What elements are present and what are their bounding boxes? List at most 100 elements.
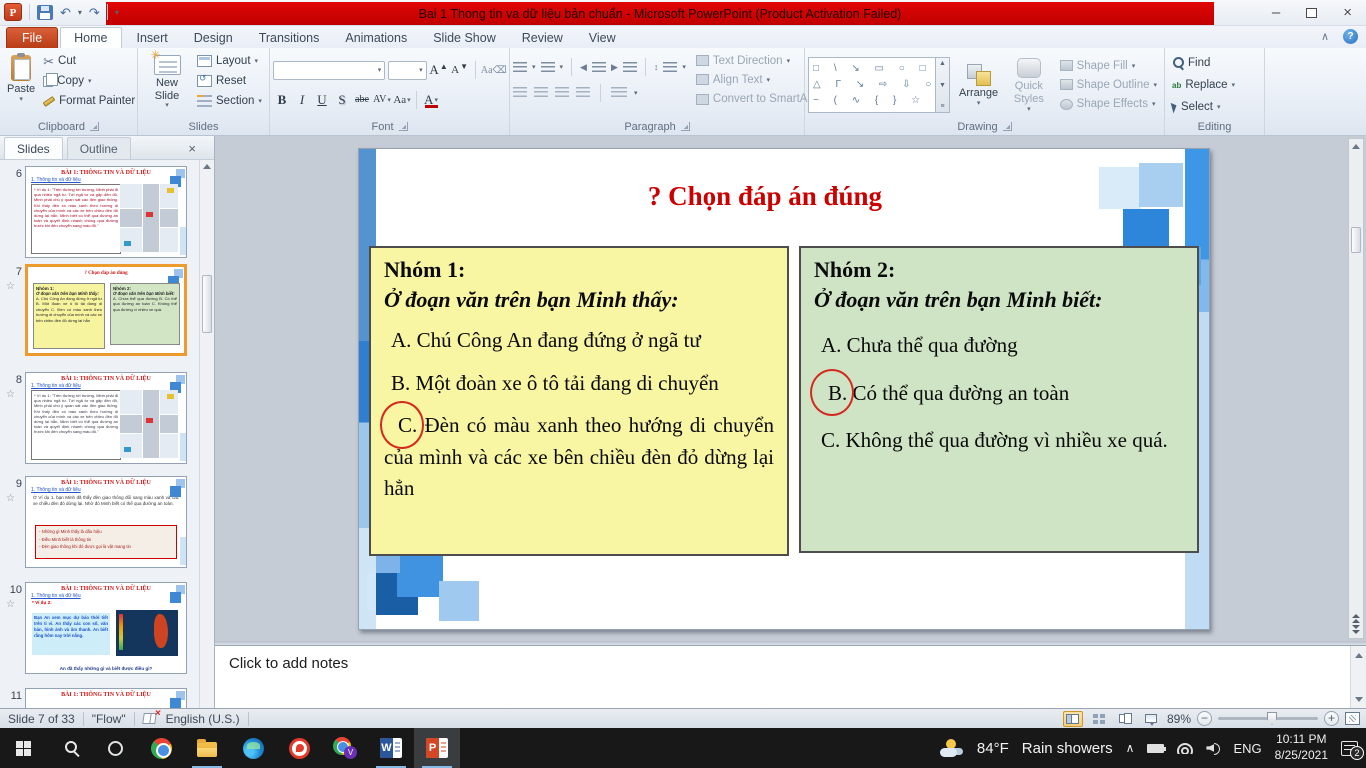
language-indicator[interactable]: English (U.S.) — [166, 712, 240, 726]
collapse-ribbon-icon[interactable]: ∧ — [1321, 30, 1329, 43]
edge-taskbar-button[interactable] — [230, 728, 276, 768]
zoom-out-button[interactable]: − — [1197, 711, 1212, 726]
font-dialog-launcher-icon[interactable] — [399, 122, 408, 131]
wifi-icon[interactable] — [1177, 743, 1193, 754]
bold-button[interactable]: B — [273, 90, 291, 110]
decrease-indent-icon[interactable]: ◀ — [580, 63, 587, 72]
scrollbar-thumb[interactable] — [1351, 227, 1361, 253]
tab-file[interactable]: File — [6, 27, 58, 48]
zoom-slider-thumb[interactable] — [1267, 712, 1277, 725]
slide-thumbnail-7-selected[interactable]: 7 ☆ ? Chọn đáp án đúng Nhóm 1: Ở đoạn vă… — [0, 264, 196, 360]
slide-thumbnail-10[interactable]: 10 ☆ BÀI 1: THÔNG TIN VÀ DỮ LIỆU 1. Thôn… — [0, 582, 196, 674]
normal-view-button[interactable] — [1063, 711, 1083, 727]
panel-close-icon[interactable]: × — [188, 141, 196, 156]
bullets-icon[interactable] — [513, 62, 527, 73]
tab-view[interactable]: View — [576, 27, 629, 48]
paragraph-dialog-launcher-icon[interactable] — [681, 122, 690, 131]
tab-review[interactable]: Review — [509, 27, 576, 48]
chrome-taskbar-button[interactable] — [138, 728, 184, 768]
text-shadow-button[interactable]: S — [333, 90, 351, 110]
drawing-dialog-launcher-icon[interactable] — [1003, 122, 1012, 131]
section-button[interactable]: Section▾ — [193, 91, 266, 111]
numbering-icon[interactable] — [541, 62, 555, 73]
columns-icon[interactable] — [611, 87, 627, 98]
shape-outline-button[interactable]: Shape Outline▾ — [1056, 75, 1161, 94]
spellcheck-icon[interactable] — [142, 713, 157, 724]
align-right-icon[interactable] — [555, 87, 569, 98]
input-language[interactable]: ENG — [1233, 741, 1261, 756]
copy-button[interactable]: Copy▾ — [39, 71, 139, 91]
tab-insert[interactable]: Insert — [124, 27, 181, 48]
action-center-icon[interactable]: 2 — [1341, 741, 1358, 756]
tab-transitions[interactable]: Transitions — [246, 27, 333, 48]
word-taskbar-button[interactable] — [368, 728, 414, 768]
font-name-combobox[interactable]: ▾ — [273, 61, 385, 80]
cut-button[interactable]: ✂Cut — [39, 51, 139, 71]
clock[interactable]: 10:11 PM 8/25/2021 — [1275, 732, 1328, 763]
select-button[interactable]: Select▾ — [1168, 97, 1261, 117]
scroll-up-icon[interactable] — [203, 164, 211, 169]
weather-icon[interactable] — [940, 739, 964, 757]
tab-animations[interactable]: Animations — [332, 27, 420, 48]
reading-view-button[interactable] — [1115, 711, 1135, 727]
reset-button[interactable]: Reset — [193, 71, 266, 91]
zoom-slider[interactable] — [1218, 717, 1318, 720]
shapes-row-3[interactable]: ~ ( ∿ { } ☆ — [813, 96, 931, 106]
slide-title[interactable]: ? Chọn đáp án đúng — [359, 181, 1171, 212]
tab-design[interactable]: Design — [181, 27, 246, 48]
chrome-profile-taskbar-button[interactable]: V — [322, 728, 368, 768]
file-explorer-taskbar-button[interactable] — [184, 728, 230, 768]
speaker-icon[interactable] — [1206, 742, 1220, 754]
slide-thumbnail-9[interactable]: 9 ☆ BÀI 1: THÔNG TIN VÀ DỮ LIỆU 1. Thông… — [0, 476, 196, 568]
shape-effects-button[interactable]: Shape Effects▾ — [1056, 95, 1161, 114]
customize-qat-icon[interactable]: ▾ — [115, 8, 119, 17]
justify-icon[interactable] — [576, 87, 590, 98]
notes-scrollbar[interactable] — [1350, 646, 1366, 709]
battery-icon[interactable] — [1147, 744, 1164, 753]
character-spacing-button[interactable]: AV▾ — [373, 90, 391, 110]
scroll-up-icon[interactable] — [1355, 653, 1363, 658]
hidden-icons-chevron[interactable]: ∧ — [1126, 741, 1135, 755]
quick-styles-button[interactable]: Quick Styles▾ — [1007, 54, 1050, 115]
help-icon[interactable]: ? — [1343, 29, 1358, 44]
find-button[interactable]: Find — [1168, 53, 1261, 73]
arrange-button[interactable]: Arrange▾ — [955, 60, 1002, 110]
scroll-down-icon[interactable] — [1355, 697, 1363, 702]
slide-sorter-view-button[interactable] — [1089, 711, 1109, 727]
font-size-combobox[interactable]: ▾ — [388, 61, 426, 80]
zoom-in-button[interactable]: + — [1324, 711, 1339, 726]
layout-button[interactable]: Layout▾ — [193, 51, 266, 71]
weather-description[interactable]: Rain showers — [1022, 740, 1113, 757]
save-icon[interactable] — [37, 5, 53, 20]
next-slide-button[interactable] — [1349, 625, 1363, 634]
font-color-button[interactable]: A▾ — [422, 90, 440, 110]
italic-button[interactable]: I — [293, 90, 311, 110]
change-case-button[interactable]: Aa▾ — [393, 90, 411, 110]
powerpoint-taskbar-button[interactable] — [414, 728, 460, 768]
undo-dropdown-icon[interactable]: ▾ — [78, 8, 82, 17]
undo-icon[interactable]: ↶ — [60, 6, 71, 19]
format-painter-button[interactable]: Format Painter — [39, 91, 139, 111]
line-spacing-icon[interactable]: ↕ — [654, 63, 659, 72]
restore-icon[interactable] — [1306, 8, 1317, 18]
slide-thumbnail-8[interactable]: 8 ☆ BÀI 1: THÔNG TIN VÀ DỮ LIỆU 1. Thông… — [0, 372, 196, 464]
align-center-icon[interactable] — [534, 87, 548, 98]
slide-thumbnail-11[interactable]: 11 BÀI 1: THÔNG TIN VÀ DỮ LIỆU — [0, 688, 196, 708]
increase-indent-icon[interactable]: ▶ — [611, 63, 618, 72]
slide-thumbnail-6[interactable]: 6 BÀI 1: THÔNG TIN VÀ DỮ LIỆU 1. Thông t… — [0, 166, 196, 258]
new-slide-button[interactable]: New Slide ▾ — [141, 51, 193, 112]
slide-counter[interactable]: Slide 7 of 33 — [8, 712, 75, 726]
tab-slide-show[interactable]: Slide Show — [420, 27, 509, 48]
cortana-button[interactable] — [92, 728, 138, 768]
tab-home[interactable]: Home — [60, 27, 121, 48]
scrollbar-thumb[interactable] — [202, 275, 212, 333]
previous-slide-button[interactable] — [1349, 614, 1363, 623]
strikethrough-button[interactable]: abe — [353, 90, 371, 110]
slideshow-view-button[interactable] — [1141, 711, 1161, 727]
group2-textbox[interactable]: Nhóm 2: Ở đoạn văn trên bạn Minh biết: A… — [799, 246, 1199, 553]
fit-to-window-icon[interactable] — [1345, 712, 1360, 725]
notes-pane[interactable]: Click to add notes — [215, 645, 1366, 708]
shapes-gallery-scroll[interactable]: ▲▼≡ — [936, 57, 950, 113]
grow-font-button[interactable]: A▲ — [430, 60, 448, 80]
start-button[interactable] — [0, 728, 46, 768]
